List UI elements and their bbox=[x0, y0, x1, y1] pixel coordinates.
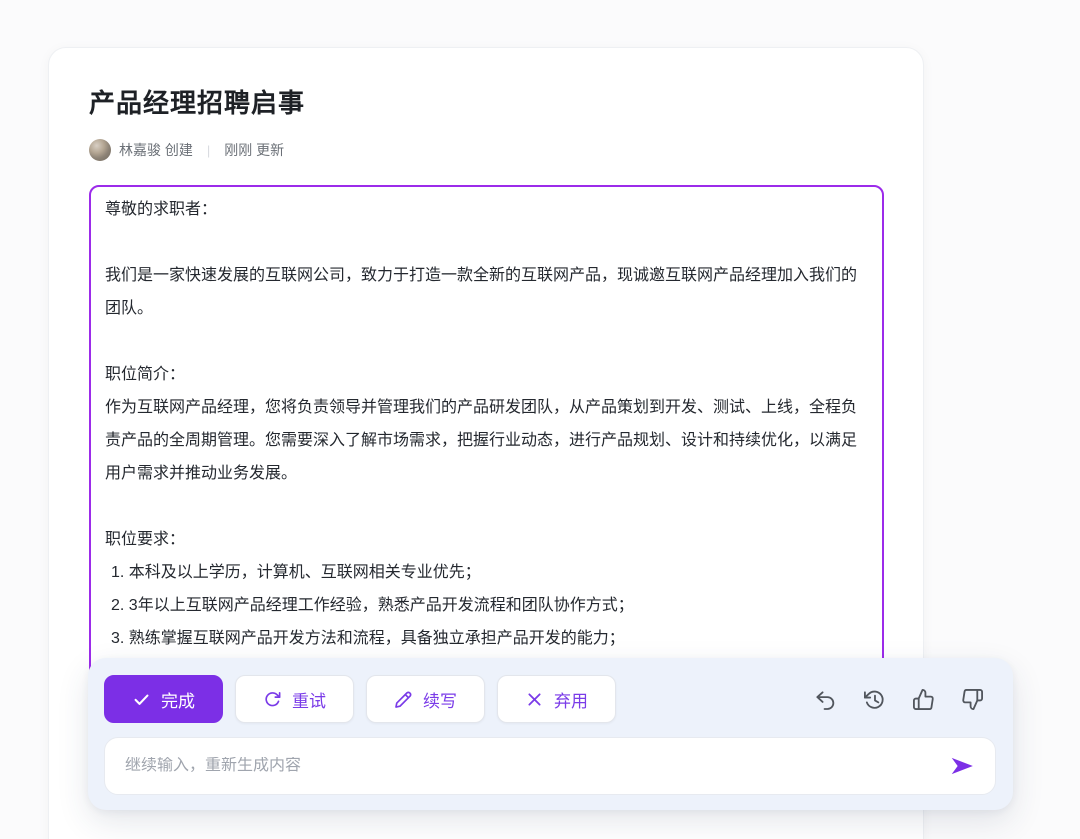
updated-label: 刚刚 更新 bbox=[224, 140, 284, 160]
meta-divider: | bbox=[207, 143, 210, 158]
content-list-item: 3. 熟练掌握互联网产品开发方法和流程，具备独立承担产品开发的能力； bbox=[105, 622, 868, 655]
editor-page: 产品经理招聘启事 林嘉骏 创建 | 刚刚 更新 尊敬的求职者： 我们是一家快速发… bbox=[0, 0, 1080, 839]
page-title[interactable]: 产品经理招聘启事 bbox=[89, 88, 923, 118]
author-avatar bbox=[89, 139, 111, 161]
done-button[interactable]: 完成 bbox=[104, 675, 223, 723]
content-empty-line bbox=[105, 226, 868, 259]
done-button-label: 完成 bbox=[161, 687, 195, 712]
undo-icon[interactable] bbox=[814, 688, 837, 711]
content-paragraph: 职位简介： bbox=[105, 358, 868, 391]
ai-generated-content[interactable]: 尊敬的求职者： 我们是一家快速发展的互联网公司，致力于打造一款全新的互联网产品，… bbox=[89, 185, 884, 705]
thumbs-up-icon[interactable] bbox=[912, 688, 935, 711]
pencil-icon bbox=[394, 690, 413, 709]
continue-writing-button[interactable]: 续写 bbox=[366, 675, 485, 723]
retry-button-label: 重试 bbox=[292, 687, 326, 712]
discard-button-label: 弃用 bbox=[554, 687, 588, 712]
refresh-icon bbox=[263, 690, 282, 709]
feedback-icon-row bbox=[814, 688, 984, 711]
continue-button-label: 续写 bbox=[423, 687, 457, 712]
ai-prompt-input[interactable] bbox=[125, 757, 947, 775]
thumbs-down-icon[interactable] bbox=[961, 688, 984, 711]
ai-assistant-panel: 完成 重试 续写 弃用 bbox=[88, 658, 1013, 810]
history-icon[interactable] bbox=[863, 688, 886, 711]
content-list-item: 2. 3年以上互联网产品经理工作经验，熟悉产品开发流程和团队协作方式； bbox=[105, 589, 868, 622]
content-paragraph: 职位要求： bbox=[105, 523, 868, 556]
content-paragraph: 作为互联网产品经理，您将负责领导并管理我们的产品研发团队，从产品策划到开发、测试… bbox=[105, 391, 868, 490]
content-list-item: 1. 本科及以上学历，计算机、互联网相关专业优先； bbox=[105, 556, 868, 589]
close-icon bbox=[525, 690, 544, 709]
content-paragraph: 我们是一家快速发展的互联网公司，致力于打造一款全新的互联网产品，现诚邀互联网产品… bbox=[105, 259, 868, 325]
check-icon bbox=[132, 690, 151, 709]
content-empty-line bbox=[105, 490, 868, 523]
ai-action-buttons: 完成 重试 续写 弃用 bbox=[104, 675, 996, 723]
discard-button[interactable]: 弃用 bbox=[497, 675, 616, 723]
content-empty-line bbox=[105, 325, 868, 358]
retry-button[interactable]: 重试 bbox=[235, 675, 354, 723]
ai-input-container bbox=[104, 737, 996, 795]
content-paragraph: 尊敬的求职者： bbox=[105, 193, 868, 226]
document-meta: 林嘉骏 创建 | 刚刚 更新 bbox=[89, 139, 923, 161]
send-icon[interactable] bbox=[947, 753, 977, 779]
author-created-label: 林嘉骏 创建 bbox=[119, 140, 193, 160]
